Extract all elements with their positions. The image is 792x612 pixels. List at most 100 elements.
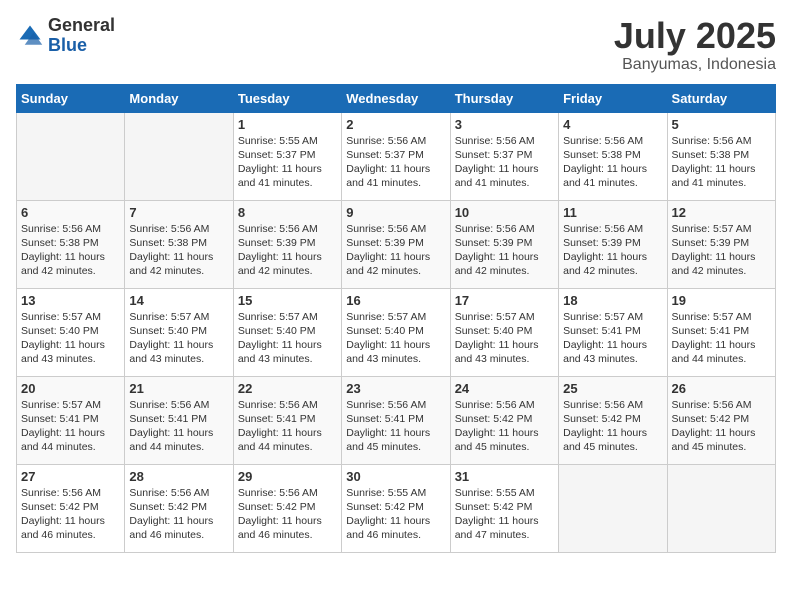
- day-info: Sunrise: 5:56 AM Sunset: 5:41 PM Dayligh…: [238, 398, 337, 455]
- calendar-week-row: 20Sunrise: 5:57 AM Sunset: 5:41 PM Dayli…: [17, 376, 776, 464]
- calendar-table: SundayMondayTuesdayWednesdayThursdayFrid…: [16, 84, 776, 553]
- calendar-cell: 29 Sunrise: 5:56 AM Sunset: 5:42 PM Dayli…: [233, 464, 341, 552]
- weekday-header-row: SundayMondayTuesdayWednesdayThursdayFrid…: [17, 84, 776, 112]
- day-info: Sunrise: 5:55 AM Sunset: 5:42 PM Dayligh…: [346, 486, 445, 543]
- day-number: 1: [238, 117, 337, 132]
- day-info: Sunrise: 5:55 AM Sunset: 5:42 PM Dayligh…: [455, 486, 554, 543]
- day-info: Sunrise: 5:56 AM Sunset: 5:39 PM Dayligh…: [346, 222, 445, 279]
- calendar-cell: 4 Sunrise: 5:56 AM Sunset: 5:38 PM Daylig…: [559, 112, 667, 200]
- logo: General Blue: [16, 16, 115, 56]
- day-info: Sunrise: 5:57 AM Sunset: 5:41 PM Dayligh…: [672, 310, 771, 367]
- calendar-cell: 11 Sunrise: 5:56 AM Sunset: 5:39 PM Dayli…: [559, 200, 667, 288]
- day-number: 20: [21, 381, 120, 396]
- weekday-header-wednesday: Wednesday: [342, 84, 450, 112]
- page-header: General Blue July 2025 Banyumas, Indones…: [16, 16, 776, 74]
- location: Banyumas, Indonesia: [614, 56, 776, 74]
- day-number: 18: [563, 293, 662, 308]
- calendar-cell: 23Sunrise: 5:56 AM Sunset: 5:41 PM Dayli…: [342, 376, 450, 464]
- calendar-cell: 2Sunrise: 5:56 AM Sunset: 5:37 PM Daylig…: [342, 112, 450, 200]
- weekday-header-tuesday: Tuesday: [233, 84, 341, 112]
- calendar-cell: 24 Sunrise: 5:56 AM Sunset: 5:42 PM Dayli…: [450, 376, 558, 464]
- title-block: July 2025 Banyumas, Indonesia: [614, 16, 776, 74]
- month-title: July 2025: [614, 16, 776, 56]
- calendar-cell: 15 Sunrise: 5:57 AM Sunset: 5:40 PM Dayli…: [233, 288, 341, 376]
- calendar-cell: [125, 112, 233, 200]
- day-number: 27: [21, 469, 120, 484]
- calendar-cell: 19Sunrise: 5:57 AM Sunset: 5:41 PM Dayli…: [667, 288, 775, 376]
- day-info: Sunrise: 5:57 AM Sunset: 5:40 PM Dayligh…: [455, 310, 554, 367]
- calendar-cell: 10 Sunrise: 5:56 AM Sunset: 5:39 PM Dayli…: [450, 200, 558, 288]
- day-info: Sunrise: 5:56 AM Sunset: 5:42 PM Dayligh…: [672, 398, 771, 455]
- day-number: 26: [672, 381, 771, 396]
- calendar-cell: 18 Sunrise: 5:57 AM Sunset: 5:41 PM Dayli…: [559, 288, 667, 376]
- weekday-header-monday: Monday: [125, 84, 233, 112]
- weekday-header-friday: Friday: [559, 84, 667, 112]
- day-number: 13: [21, 293, 120, 308]
- calendar-cell: 25 Sunrise: 5:56 AM Sunset: 5:42 PM Dayli…: [559, 376, 667, 464]
- calendar-cell: 26 Sunrise: 5:56 AM Sunset: 5:42 PM Dayli…: [667, 376, 775, 464]
- day-number: 17: [455, 293, 554, 308]
- day-number: 31: [455, 469, 554, 484]
- day-number: 7: [129, 205, 228, 220]
- day-info: Sunrise: 5:55 AM Sunset: 5:37 PM Dayligh…: [238, 134, 337, 191]
- day-number: 24: [455, 381, 554, 396]
- calendar-cell: 27Sunrise: 5:56 AM Sunset: 5:42 PM Dayli…: [17, 464, 125, 552]
- day-number: 9: [346, 205, 445, 220]
- day-info: Sunrise: 5:56 AM Sunset: 5:38 PM Dayligh…: [21, 222, 120, 279]
- calendar-cell: 5 Sunrise: 5:56 AM Sunset: 5:38 PM Daylig…: [667, 112, 775, 200]
- weekday-header-thursday: Thursday: [450, 84, 558, 112]
- day-info: Sunrise: 5:57 AM Sunset: 5:40 PM Dayligh…: [21, 310, 120, 367]
- calendar-cell: 9 Sunrise: 5:56 AM Sunset: 5:39 PM Daylig…: [342, 200, 450, 288]
- calendar-cell: 13 Sunrise: 5:57 AM Sunset: 5:40 PM Dayli…: [17, 288, 125, 376]
- calendar-cell: 8Sunrise: 5:56 AM Sunset: 5:39 PM Daylig…: [233, 200, 341, 288]
- day-number: 16: [346, 293, 445, 308]
- day-info: Sunrise: 5:56 AM Sunset: 5:37 PM Dayligh…: [346, 134, 445, 191]
- day-number: 6: [21, 205, 120, 220]
- calendar-cell: 16 Sunrise: 5:57 AM Sunset: 5:40 PM Dayli…: [342, 288, 450, 376]
- day-number: 12: [672, 205, 771, 220]
- calendar-cell: 3 Sunrise: 5:56 AM Sunset: 5:37 PM Daylig…: [450, 112, 558, 200]
- calendar-cell: 28Sunrise: 5:56 AM Sunset: 5:42 PM Dayli…: [125, 464, 233, 552]
- day-number: 30: [346, 469, 445, 484]
- day-info: Sunrise: 5:56 AM Sunset: 5:39 PM Dayligh…: [455, 222, 554, 279]
- logo-text: General Blue: [48, 16, 115, 56]
- day-info: Sunrise: 5:56 AM Sunset: 5:42 PM Dayligh…: [455, 398, 554, 455]
- weekday-header-sunday: Sunday: [17, 84, 125, 112]
- calendar-cell: 14Sunrise: 5:57 AM Sunset: 5:40 PM Dayli…: [125, 288, 233, 376]
- calendar-cell: 22Sunrise: 5:56 AM Sunset: 5:41 PM Dayli…: [233, 376, 341, 464]
- logo-blue: Blue: [48, 36, 115, 56]
- day-info: Sunrise: 5:57 AM Sunset: 5:40 PM Dayligh…: [346, 310, 445, 367]
- day-number: 3: [455, 117, 554, 132]
- logo-icon: [16, 22, 44, 50]
- day-info: Sunrise: 5:57 AM Sunset: 5:40 PM Dayligh…: [238, 310, 337, 367]
- day-number: 5: [672, 117, 771, 132]
- day-info: Sunrise: 5:57 AM Sunset: 5:40 PM Dayligh…: [129, 310, 228, 367]
- calendar-cell: 6 Sunrise: 5:56 AM Sunset: 5:38 PM Daylig…: [17, 200, 125, 288]
- calendar-cell: 21 Sunrise: 5:56 AM Sunset: 5:41 PM Dayli…: [125, 376, 233, 464]
- day-info: Sunrise: 5:56 AM Sunset: 5:42 PM Dayligh…: [238, 486, 337, 543]
- day-info: Sunrise: 5:56 AM Sunset: 5:37 PM Dayligh…: [455, 134, 554, 191]
- day-info: Sunrise: 5:56 AM Sunset: 5:39 PM Dayligh…: [563, 222, 662, 279]
- day-number: 4: [563, 117, 662, 132]
- day-info: Sunrise: 5:56 AM Sunset: 5:38 PM Dayligh…: [563, 134, 662, 191]
- day-info: Sunrise: 5:57 AM Sunset: 5:41 PM Dayligh…: [563, 310, 662, 367]
- day-number: 23: [346, 381, 445, 396]
- day-number: 25: [563, 381, 662, 396]
- calendar-week-row: 27 Sunrise: 5:56 AM Sunset: 5:42 PM Dayli…: [17, 464, 776, 552]
- day-info: Sunrise: 5:56 AM Sunset: 5:42 PM Dayligh…: [563, 398, 662, 455]
- day-info: Sunrise: 5:56 AM Sunset: 5:42 PM Dayligh…: [129, 486, 228, 543]
- calendar-cell: 31 Sunrise: 5:55 AM Sunset: 5:42 PM Dayli…: [450, 464, 558, 552]
- logo-general: General: [48, 16, 115, 36]
- day-number: 21: [129, 381, 228, 396]
- day-number: 15: [238, 293, 337, 308]
- day-number: 10: [455, 205, 554, 220]
- day-info: Sunrise: 5:56 AM Sunset: 5:38 PM Dayligh…: [672, 134, 771, 191]
- day-number: 29: [238, 469, 337, 484]
- day-info: Sunrise: 5:56 AM Sunset: 5:38 PM Dayligh…: [129, 222, 228, 279]
- calendar-cell: 1 Sunrise: 5:55 AM Sunset: 5:37 PM Daylig…: [233, 112, 341, 200]
- calendar-cell: 30 Sunrise: 5:55 AM Sunset: 5:42 PM Dayli…: [342, 464, 450, 552]
- day-number: 11: [563, 205, 662, 220]
- day-info: Sunrise: 5:56 AM Sunset: 5:41 PM Dayligh…: [129, 398, 228, 455]
- calendar-cell: 7 Sunrise: 5:56 AM Sunset: 5:38 PM Daylig…: [125, 200, 233, 288]
- day-number: 8: [238, 205, 337, 220]
